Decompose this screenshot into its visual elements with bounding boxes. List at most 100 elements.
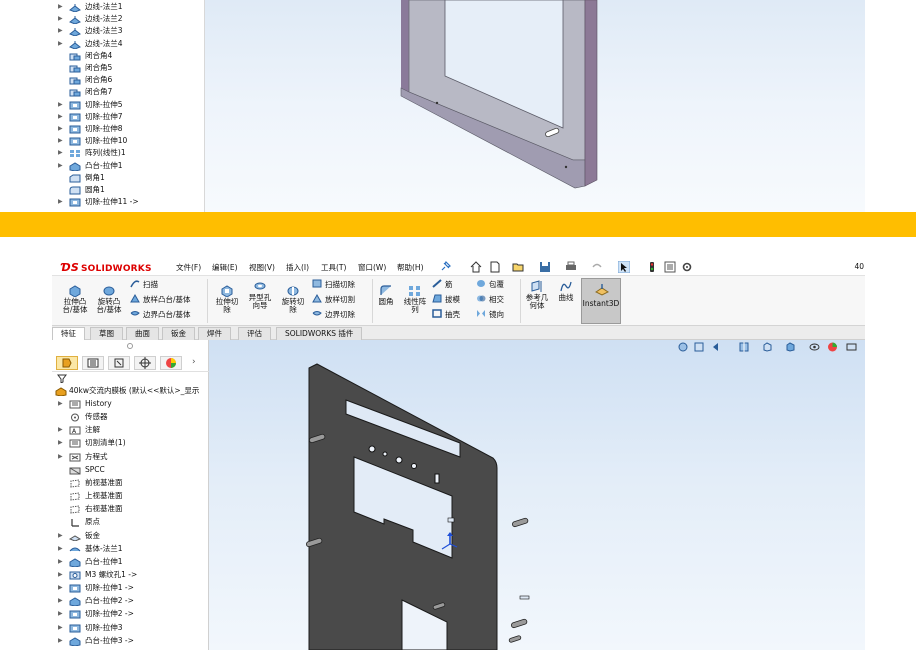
tree-item[interactable]: ▶ 阵列(线性)1 [52, 147, 204, 159]
chevron-right-icon[interactable]: › [192, 357, 196, 367]
menu-insert[interactable]: 插入(I) [286, 262, 309, 273]
expand-arrow-icon[interactable]: ▶ [58, 556, 64, 568]
tree-item[interactable]: 右视基准面 [52, 503, 208, 515]
file-properties-icon[interactable] [664, 261, 676, 273]
configuration-manager-tab[interactable] [108, 356, 130, 370]
extrude-cut-button[interactable]: 拉伸切 除 [212, 284, 242, 314]
tree-collapse-handle[interactable] [127, 343, 133, 349]
tree-item[interactable]: 倒角1 [52, 172, 204, 184]
expand-arrow-icon[interactable]: ▶ [58, 123, 64, 135]
tab-5[interactable]: 评估 [238, 327, 271, 340]
expand-arrow-icon[interactable]: ▶ [58, 398, 64, 410]
menu-view[interactable]: 视图(V) [249, 262, 275, 273]
expand-arrow-icon[interactable]: ▶ [58, 160, 64, 172]
top-graphics-area[interactable] [205, 0, 865, 212]
tree-item[interactable]: ▶ 基体-法兰1 [52, 543, 208, 555]
loft-button[interactable]: 放样凸台/基体 [130, 294, 191, 305]
menu-window[interactable]: 窗口(W) [358, 262, 386, 273]
tree-root-part[interactable]: 40kw交流内膜板 (默认<<默认>_显示 [52, 385, 208, 397]
rib-button[interactable]: 筋 [432, 279, 453, 290]
undo-icon[interactable] [591, 261, 603, 273]
wrap-button[interactable]: 包覆 [476, 279, 504, 290]
tree-item[interactable]: 闭合角6 [52, 74, 204, 86]
expand-arrow-icon[interactable]: ▶ [58, 582, 64, 594]
expand-arrow-icon[interactable]: ▶ [58, 1, 64, 13]
tree-item[interactable]: ▶ 方程式 [52, 451, 208, 463]
tab-1[interactable]: 草图 [90, 327, 123, 340]
print-icon[interactable] [565, 261, 577, 273]
tab-2[interactable]: 曲面 [126, 327, 159, 340]
tree-item[interactable]: ▶ 凸台-拉伸1 [52, 160, 204, 172]
tree-item[interactable]: ▶ History [52, 398, 208, 410]
tab-3[interactable]: 钣金 [162, 327, 195, 340]
expand-arrow-icon[interactable]: ▶ [58, 25, 64, 37]
tree-item[interactable]: 闭合角4 [52, 50, 204, 62]
loft-cut-button[interactable]: 放样切割 [312, 294, 355, 305]
tree-item[interactable]: 圆角1 [52, 184, 204, 196]
boundary-boss-button[interactable]: 边界凸台/基体 [130, 309, 191, 320]
tree-item[interactable]: ▶ 钣金 [52, 530, 208, 542]
mirror-button[interactable]: 镜向 [476, 309, 504, 320]
expand-arrow-icon[interactable]: ▶ [58, 569, 64, 581]
tree-item[interactable]: ▶ 切除-拉伸11 -> [52, 196, 204, 208]
reference-geometry-button[interactable]: 参考几 何体 [522, 280, 552, 310]
rebuild-icon[interactable] [646, 261, 658, 273]
tree-item[interactable]: 传感器 [52, 411, 208, 423]
expand-arrow-icon[interactable]: ▶ [58, 635, 64, 647]
tab-4[interactable]: 焊件 [198, 327, 231, 340]
expand-arrow-icon[interactable]: ▶ [58, 543, 64, 555]
tree-item[interactable]: ▶ 切除-拉伸3 [52, 622, 208, 634]
tree-item[interactable]: ▶ 切除-拉伸2 -> [52, 608, 208, 620]
revolve-cut-button[interactable]: 旋转切 除 [278, 284, 308, 314]
extrude-boss-button[interactable]: 拉伸凸 台/基体 [58, 284, 92, 314]
tree-item[interactable]: ▶ 凸台-拉伸3 -> [52, 635, 208, 647]
expand-arrow-icon[interactable]: ▶ [58, 111, 64, 123]
tree-item[interactable]: ▶ 切除-拉伸8 [52, 123, 204, 135]
dimxpert-tab[interactable] [134, 356, 156, 370]
expand-arrow-icon[interactable]: ▶ [58, 622, 64, 634]
tree-item[interactable]: ▶ 切除-拉伸10 [52, 135, 204, 147]
pin-icon[interactable] [439, 261, 451, 273]
sweep-cut-button[interactable]: 扫描切除 [312, 279, 355, 290]
expand-arrow-icon[interactable]: ▶ [58, 196, 64, 208]
menu-tools[interactable]: 工具(T) [321, 262, 346, 273]
tree-item[interactable]: ▶ 切除-拉伸5 [52, 99, 204, 111]
curves-button[interactable]: 曲线 [554, 280, 578, 302]
tree-item[interactable]: ▶ 边线-法兰1 [52, 1, 204, 13]
expand-arrow-icon[interactable]: ▶ [58, 424, 64, 436]
expand-arrow-icon[interactable]: ▶ [58, 530, 64, 542]
expand-arrow-icon[interactable]: ▶ [58, 13, 64, 25]
expand-arrow-icon[interactable]: ▶ [58, 595, 64, 607]
menu-file[interactable]: 文件(F) [176, 262, 201, 273]
menu-edit[interactable]: 编辑(E) [212, 262, 238, 273]
filter-icon[interactable] [57, 374, 67, 383]
tree-item[interactable]: ▶ 切割清单(1) [52, 437, 208, 449]
hole-wizard-button[interactable]: 异型孔 向导 [244, 280, 276, 310]
tree-item[interactable]: 闭合角5 [52, 62, 204, 74]
expand-arrow-icon[interactable]: ▶ [58, 135, 64, 147]
expand-arrow-icon[interactable]: ▶ [58, 608, 64, 620]
options-gear-icon[interactable] [681, 261, 693, 273]
tree-item[interactable]: ▶ 边线-法兰2 [52, 13, 204, 25]
shell-button[interactable]: 抽壳 [432, 309, 460, 320]
tree-item[interactable]: ▶ 切除-拉伸7 [52, 111, 204, 123]
expand-arrow-icon[interactable]: ▶ [58, 147, 64, 159]
instant3d-button[interactable]: Instant3D [581, 278, 621, 324]
intersect-button[interactable]: 相交 [476, 294, 504, 305]
new-document-icon[interactable] [489, 261, 501, 273]
tree-item[interactable]: ▶ M3 螺纹孔1 -> [52, 569, 208, 581]
open-folder-icon[interactable] [512, 261, 524, 273]
tree-item[interactable]: ▶ 边线-法兰4 [52, 38, 204, 50]
tree-item[interactable]: 前视基准面 [52, 477, 208, 489]
tab-6[interactable]: SOLIDWORKS 插件 [276, 327, 363, 340]
expand-arrow-icon[interactable]: ▶ [58, 437, 64, 449]
display-manager-tab[interactable] [160, 356, 182, 370]
revolve-boss-button[interactable]: 旋转凸 台/基体 [92, 284, 126, 314]
select-arrow-icon[interactable] [618, 261, 630, 273]
home-icon[interactable] [470, 261, 482, 273]
tree-item[interactable]: 上视基准面 [52, 490, 208, 502]
tree-item[interactable]: ▶ 凸台-拉伸2 -> [52, 595, 208, 607]
property-manager-tab[interactable] [82, 356, 104, 370]
tree-item[interactable]: SPCC [52, 464, 208, 476]
tree-item[interactable]: 原点 [52, 516, 208, 528]
